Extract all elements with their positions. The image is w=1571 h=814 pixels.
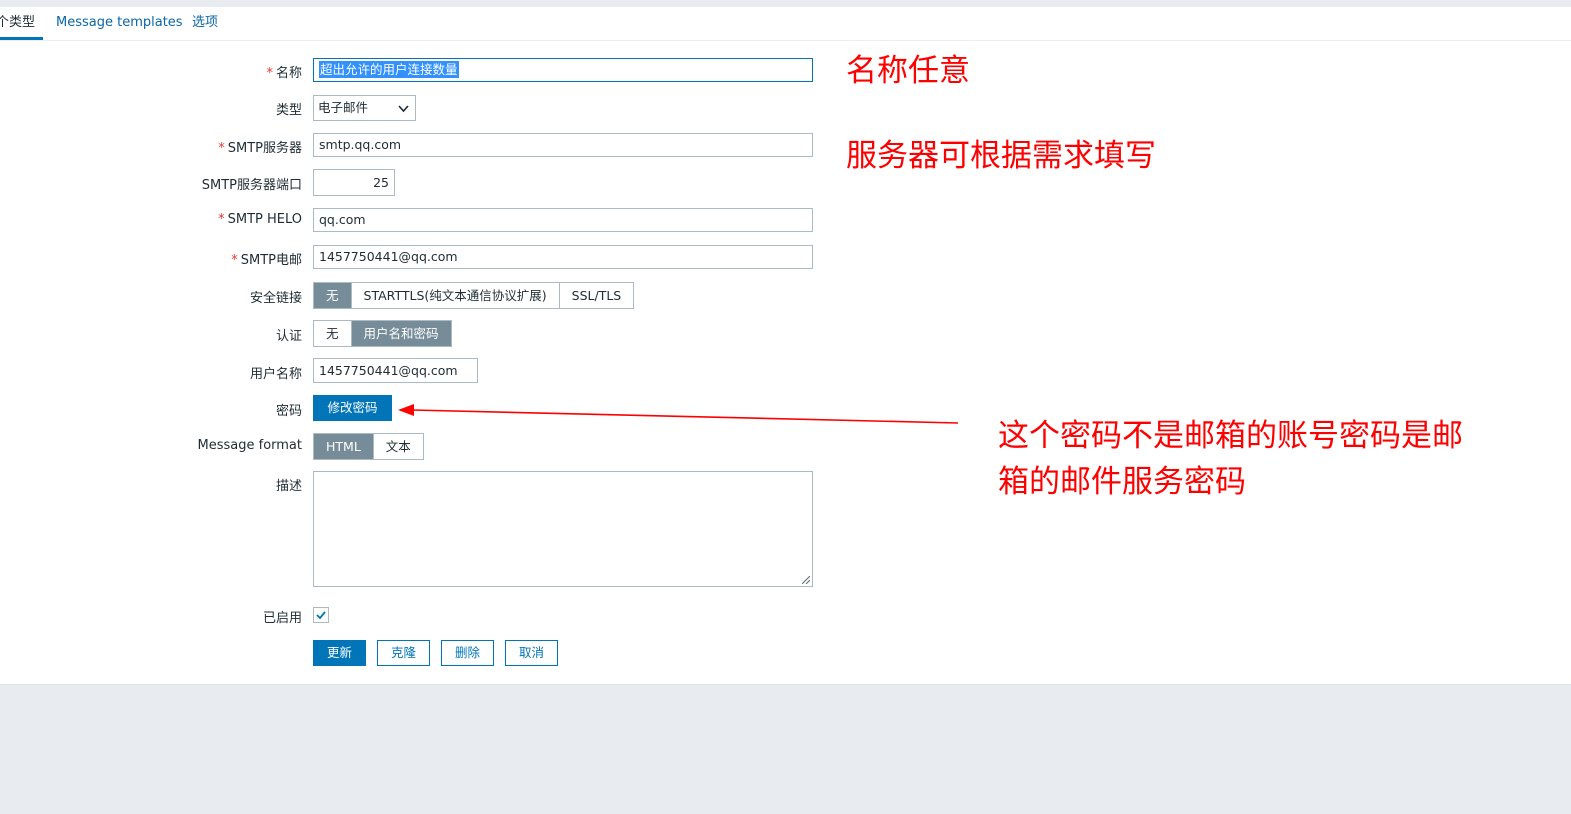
arrow-left-icon [398,404,959,424]
